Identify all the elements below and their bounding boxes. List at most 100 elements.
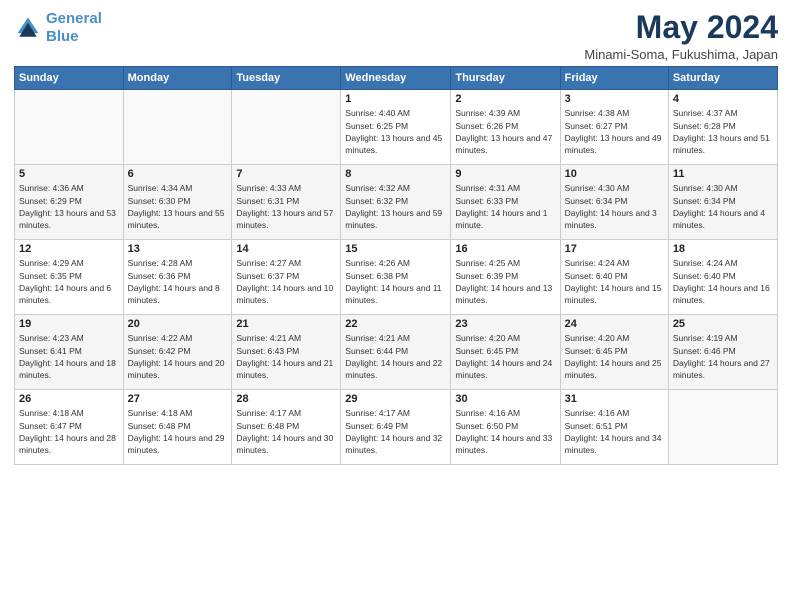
weekday-header-thursday: Thursday xyxy=(451,67,560,90)
day-info: Sunrise: 4:23 AMSunset: 6:41 PMDaylight:… xyxy=(19,332,119,381)
calendar-table: SundayMondayTuesdayWednesdayThursdayFrid… xyxy=(14,66,778,465)
day-number: 16 xyxy=(455,243,555,255)
day-info: Sunrise: 4:36 AMSunset: 6:29 PMDaylight:… xyxy=(19,182,119,231)
calendar-week-4: 19 Sunrise: 4:23 AMSunset: 6:41 PMDayligh… xyxy=(15,315,778,390)
calendar-cell xyxy=(232,90,341,165)
day-number: 12 xyxy=(19,243,119,255)
calendar-cell: 17Sunrise: 4:24 AMSunset: 6:40 PMDayligh… xyxy=(560,240,668,315)
calendar-cell: 26Sunrise: 4:18 AMSunset: 6:47 PMDayligh… xyxy=(15,390,124,465)
calendar-cell: 18 Sunrise: 4:24 AMSunset: 6:40 PMDayligh… xyxy=(668,240,777,315)
day-number: 6 xyxy=(128,168,228,180)
day-number: 3 xyxy=(565,93,664,105)
calendar-cell: 29 Sunrise: 4:17 AMSunset: 6:49 PMDayligh… xyxy=(341,390,451,465)
calendar-cell: 4Sunrise: 4:37 AMSunset: 6:28 PMDaylight… xyxy=(668,90,777,165)
logo-blue: Blue xyxy=(46,28,79,45)
logo-icon xyxy=(14,14,42,42)
day-number: 20 xyxy=(128,318,228,330)
day-info: Sunrise: 4:17 AMSunset: 6:49 PMDaylight:… xyxy=(345,407,446,456)
day-number: 28 xyxy=(236,393,336,405)
day-number: 15 xyxy=(345,243,446,255)
day-number: 13 xyxy=(128,243,228,255)
day-info: Sunrise: 4:24 AMSunset: 6:40 PMDaylight:… xyxy=(565,257,664,306)
day-number: 14 xyxy=(236,243,336,255)
day-number: 31 xyxy=(565,393,664,405)
day-info: Sunrise: 4:30 AMSunset: 6:34 PMDaylight:… xyxy=(673,182,773,231)
calendar-subtitle: Minami-Soma, Fukushima, Japan xyxy=(584,47,778,62)
day-number: 29 xyxy=(345,393,446,405)
logo: General Blue xyxy=(14,10,102,46)
calendar-week-5: 26Sunrise: 4:18 AMSunset: 6:47 PMDayligh… xyxy=(15,390,778,465)
day-info: Sunrise: 4:16 AMSunset: 6:51 PMDaylight:… xyxy=(565,407,664,456)
calendar-cell: 5 Sunrise: 4:36 AMSunset: 6:29 PMDaylight… xyxy=(15,165,124,240)
day-number: 1 xyxy=(345,93,446,105)
title-block: May 2024 Minami-Soma, Fukushima, Japan xyxy=(584,10,778,62)
calendar-cell: 8Sunrise: 4:32 AMSunset: 6:32 PMDaylight… xyxy=(341,165,451,240)
calendar-title: May 2024 xyxy=(584,10,778,45)
calendar-cell: 24 Sunrise: 4:20 AMSunset: 6:45 PMDayligh… xyxy=(560,315,668,390)
calendar-cell xyxy=(668,390,777,465)
day-info: Sunrise: 4:40 AMSunset: 6:25 PMDaylight:… xyxy=(345,107,446,156)
weekday-header-friday: Friday xyxy=(560,67,668,90)
weekday-header-tuesday: Tuesday xyxy=(232,67,341,90)
calendar-cell: 22Sunrise: 4:21 AMSunset: 6:44 PMDayligh… xyxy=(341,315,451,390)
day-info: Sunrise: 4:21 AMSunset: 6:43 PMDaylight:… xyxy=(236,332,336,381)
day-number: 27 xyxy=(128,393,228,405)
day-number: 21 xyxy=(236,318,336,330)
calendar-cell: 2Sunrise: 4:39 AMSunset: 6:26 PMDaylight… xyxy=(451,90,560,165)
calendar-cell: 1 Sunrise: 4:40 AMSunset: 6:25 PMDaylight… xyxy=(341,90,451,165)
day-info: Sunrise: 4:20 AMSunset: 6:45 PMDaylight:… xyxy=(565,332,664,381)
calendar-cell: 11 Sunrise: 4:30 AMSunset: 6:34 PMDayligh… xyxy=(668,165,777,240)
day-number: 9 xyxy=(455,168,555,180)
calendar-cell: 14Sunrise: 4:27 AMSunset: 6:37 PMDayligh… xyxy=(232,240,341,315)
calendar-cell: 31 Sunrise: 4:16 AMSunset: 6:51 PMDayligh… xyxy=(560,390,668,465)
day-number: 19 xyxy=(19,318,119,330)
calendar-week-1: 1 Sunrise: 4:40 AMSunset: 6:25 PMDaylight… xyxy=(15,90,778,165)
day-info: Sunrise: 4:32 AMSunset: 6:32 PMDaylight:… xyxy=(345,182,446,231)
day-info: Sunrise: 4:38 AMSunset: 6:27 PMDaylight:… xyxy=(565,107,664,156)
main-container: General Blue May 2024 Minami-Soma, Fukus… xyxy=(0,0,792,475)
calendar-cell: 13Sunrise: 4:28 AMSunset: 6:36 PMDayligh… xyxy=(123,240,232,315)
logo-text: General Blue xyxy=(46,10,102,46)
day-info: Sunrise: 4:22 AMSunset: 6:42 PMDaylight:… xyxy=(128,332,228,381)
day-info: Sunrise: 4:29 AMSunset: 6:35 PMDaylight:… xyxy=(19,257,119,306)
day-number: 7 xyxy=(236,168,336,180)
calendar-cell: 10Sunrise: 4:30 AMSunset: 6:34 PMDayligh… xyxy=(560,165,668,240)
day-number: 22 xyxy=(345,318,446,330)
calendar-cell: 16 Sunrise: 4:25 AMSunset: 6:39 PMDayligh… xyxy=(451,240,560,315)
calendar-cell: 23 Sunrise: 4:20 AMSunset: 6:45 PMDayligh… xyxy=(451,315,560,390)
day-number: 25 xyxy=(673,318,773,330)
day-info: Sunrise: 4:24 AMSunset: 6:40 PMDaylight:… xyxy=(673,257,773,306)
weekday-header-monday: Monday xyxy=(123,67,232,90)
day-number: 4 xyxy=(673,93,773,105)
calendar-cell: 21 Sunrise: 4:21 AMSunset: 6:43 PMDayligh… xyxy=(232,315,341,390)
day-number: 23 xyxy=(455,318,555,330)
day-info: Sunrise: 4:25 AMSunset: 6:39 PMDaylight:… xyxy=(455,257,555,306)
calendar-cell: 25 Sunrise: 4:19 AMSunset: 6:46 PMDayligh… xyxy=(668,315,777,390)
day-number: 24 xyxy=(565,318,664,330)
weekday-header-saturday: Saturday xyxy=(668,67,777,90)
weekday-header-wednesday: Wednesday xyxy=(341,67,451,90)
calendar-week-2: 5 Sunrise: 4:36 AMSunset: 6:29 PMDaylight… xyxy=(15,165,778,240)
calendar-cell: 15 Sunrise: 4:26 AMSunset: 6:38 PMDayligh… xyxy=(341,240,451,315)
day-info: Sunrise: 4:33 AMSunset: 6:31 PMDaylight:… xyxy=(236,182,336,231)
calendar-cell: 28 Sunrise: 4:17 AMSunset: 6:48 PMDayligh… xyxy=(232,390,341,465)
day-info: Sunrise: 4:17 AMSunset: 6:48 PMDaylight:… xyxy=(236,407,336,456)
calendar-cell: 3 Sunrise: 4:38 AMSunset: 6:27 PMDaylight… xyxy=(560,90,668,165)
calendar-cell: 7 Sunrise: 4:33 AMSunset: 6:31 PMDaylight… xyxy=(232,165,341,240)
day-info: Sunrise: 4:31 AMSunset: 6:33 PMDaylight:… xyxy=(455,182,555,231)
day-info: Sunrise: 4:20 AMSunset: 6:45 PMDaylight:… xyxy=(455,332,555,381)
day-info: Sunrise: 4:16 AMSunset: 6:50 PMDaylight:… xyxy=(455,407,555,456)
calendar-cell: 20 Sunrise: 4:22 AMSunset: 6:42 PMDayligh… xyxy=(123,315,232,390)
calendar-cell: 30Sunrise: 4:16 AMSunset: 6:50 PMDayligh… xyxy=(451,390,560,465)
calendar-cell xyxy=(123,90,232,165)
calendar-cell: 6Sunrise: 4:34 AMSunset: 6:30 PMDaylight… xyxy=(123,165,232,240)
calendar-cell: 19 Sunrise: 4:23 AMSunset: 6:41 PMDayligh… xyxy=(15,315,124,390)
calendar-cell: 12 Sunrise: 4:29 AMSunset: 6:35 PMDayligh… xyxy=(15,240,124,315)
logo-general: General xyxy=(46,10,102,27)
day-number: 18 xyxy=(673,243,773,255)
day-number: 5 xyxy=(19,168,119,180)
day-number: 26 xyxy=(19,393,119,405)
day-number: 11 xyxy=(673,168,773,180)
day-info: Sunrise: 4:26 AMSunset: 6:38 PMDaylight:… xyxy=(345,257,446,306)
day-info: Sunrise: 4:19 AMSunset: 6:46 PMDaylight:… xyxy=(673,332,773,381)
